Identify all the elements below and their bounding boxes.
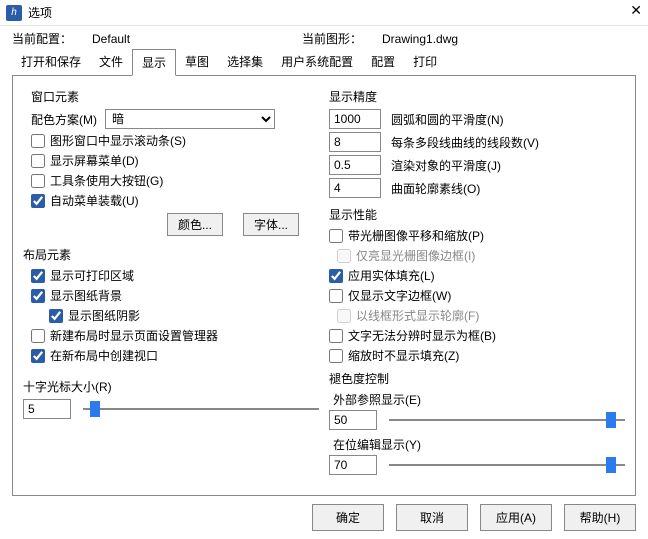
colorscheme-label: 配色方案(M): [31, 111, 97, 128]
polyline-seg-label: 每条多段线曲线的线段数(V): [391, 134, 539, 151]
chk-solid-fill[interactable]: [329, 269, 343, 283]
chk-newvp-label: 在新布局中创建视口: [50, 347, 158, 364]
chk-nofill-zoom[interactable]: [329, 349, 343, 363]
inplace-fade-label: 在位编辑显示(Y): [333, 436, 625, 453]
chk-screenmenu-label: 显示屏幕菜单(D): [50, 152, 139, 169]
xref-fade-input[interactable]: [329, 410, 377, 430]
drawing-value: Drawing1.dwg: [382, 32, 458, 46]
chk-autoload-label: 自动菜单装载(U): [50, 192, 139, 209]
config-label: 当前配置：: [12, 30, 72, 47]
chk-screenmenu[interactable]: [31, 154, 45, 168]
display-perf-title: 显示性能: [329, 206, 625, 223]
tab-plot[interactable]: 打印: [404, 49, 446, 75]
help-button[interactable]: 帮助(H): [564, 504, 636, 531]
chk-panzoom-raster[interactable]: [329, 229, 343, 243]
chk-printable[interactable]: [31, 269, 45, 283]
app-icon: h: [6, 5, 22, 21]
render-smooth-label: 渲染对象的平滑度(J): [391, 157, 501, 174]
titlebar: h 选项 ✕: [0, 0, 648, 26]
chk-scrollbars[interactable]: [31, 134, 45, 148]
tab-selection[interactable]: 选择集: [218, 49, 272, 75]
chk-text-frame[interactable]: [329, 289, 343, 303]
chk-highlight-raster: [337, 249, 351, 263]
chk-panzoom-raster-label: 带光栅图像平移和缩放(P): [348, 227, 484, 244]
btn-colors[interactable]: 颜色...: [167, 213, 223, 236]
crosshair-title: 十字光标大小(R): [23, 378, 319, 395]
chk-pagesetup-label: 新建布局时显示页面设置管理器: [50, 327, 218, 344]
chk-text-frame-label: 仅显示文字边框(W): [348, 287, 451, 304]
apply-button[interactable]: 应用(A): [480, 504, 552, 531]
xref-fade-label: 外部参照显示(E): [333, 391, 625, 408]
crosshair-slider[interactable]: [83, 401, 319, 417]
chk-autoload[interactable]: [31, 194, 45, 208]
chk-highlight-raster-label: 仅亮显光栅图像边框(I): [356, 247, 475, 264]
xref-fade-slider[interactable]: [389, 412, 625, 428]
chk-bigbuttons[interactable]: [31, 174, 45, 188]
surf-contour-label: 曲面轮廓素线(O): [391, 180, 480, 197]
chk-pagesetup[interactable]: [31, 329, 45, 343]
arc-smooth-input[interactable]: [329, 109, 381, 129]
tab-display[interactable]: 显示: [132, 49, 176, 76]
layout-elements-title: 布局元素: [23, 246, 319, 263]
chk-solid-fill-label: 应用实体填充(L): [348, 267, 435, 284]
tab-drafting[interactable]: 草图: [176, 49, 218, 75]
inplace-fade-slider[interactable]: [389, 457, 625, 473]
btn-fonts[interactable]: 字体...: [243, 213, 299, 236]
window-elements-title: 窗口元素: [31, 88, 319, 105]
dialog-footer: 确定 取消 应用(A) 帮助(H): [0, 504, 648, 539]
close-icon[interactable]: ✕: [630, 2, 642, 19]
chk-scrollbars-label: 图形窗口中显示滚动条(S): [50, 132, 186, 149]
arc-smooth-label: 圆弧和圆的平滑度(N): [391, 111, 504, 128]
display-precision-title: 显示精度: [329, 88, 625, 105]
chk-bigbuttons-label: 工具条使用大按钮(G): [50, 172, 163, 189]
tab-strip: 打开和保存 文件 显示 草图 选择集 用户系统配置 配置 打印: [12, 49, 636, 76]
polyline-seg-input[interactable]: [329, 132, 381, 152]
fade-control-title: 褪色度控制: [329, 370, 625, 387]
config-value: Default: [92, 32, 130, 46]
tab-profiles[interactable]: 配置: [362, 49, 404, 75]
colorscheme-select[interactable]: 暗: [105, 109, 275, 129]
chk-papershadow[interactable]: [49, 309, 63, 323]
drawing-label: 当前图形：: [302, 30, 362, 47]
render-smooth-input[interactable]: [329, 155, 381, 175]
cancel-button[interactable]: 取消: [396, 504, 468, 531]
ok-button[interactable]: 确定: [312, 504, 384, 531]
chk-wireframe: [337, 309, 351, 323]
chk-wireframe-label: 以线框形式显示轮廓(F): [356, 307, 479, 324]
crosshair-input[interactable]: [23, 399, 71, 419]
tab-open-save[interactable]: 打开和保存: [12, 49, 90, 75]
chk-nofill-zoom-label: 缩放时不显示填充(Z): [348, 347, 459, 364]
inplace-fade-input[interactable]: [329, 455, 377, 475]
chk-text-as-box[interactable]: [329, 329, 343, 343]
info-row: 当前配置： Default 当前图形： Drawing1.dwg: [0, 26, 648, 49]
surf-contour-input[interactable]: [329, 178, 381, 198]
chk-papershadow-label: 显示图纸阴影: [68, 307, 140, 324]
chk-printable-label: 显示可打印区域: [50, 267, 134, 284]
chk-paperbg[interactable]: [31, 289, 45, 303]
window-title: 选项: [28, 4, 52, 21]
tab-userprefs[interactable]: 用户系统配置: [272, 49, 362, 75]
chk-paperbg-label: 显示图纸背景: [50, 287, 122, 304]
tab-files[interactable]: 文件: [90, 49, 132, 75]
chk-text-as-box-label: 文字无法分辨时显示为框(B): [348, 327, 496, 344]
chk-newvp[interactable]: [31, 349, 45, 363]
